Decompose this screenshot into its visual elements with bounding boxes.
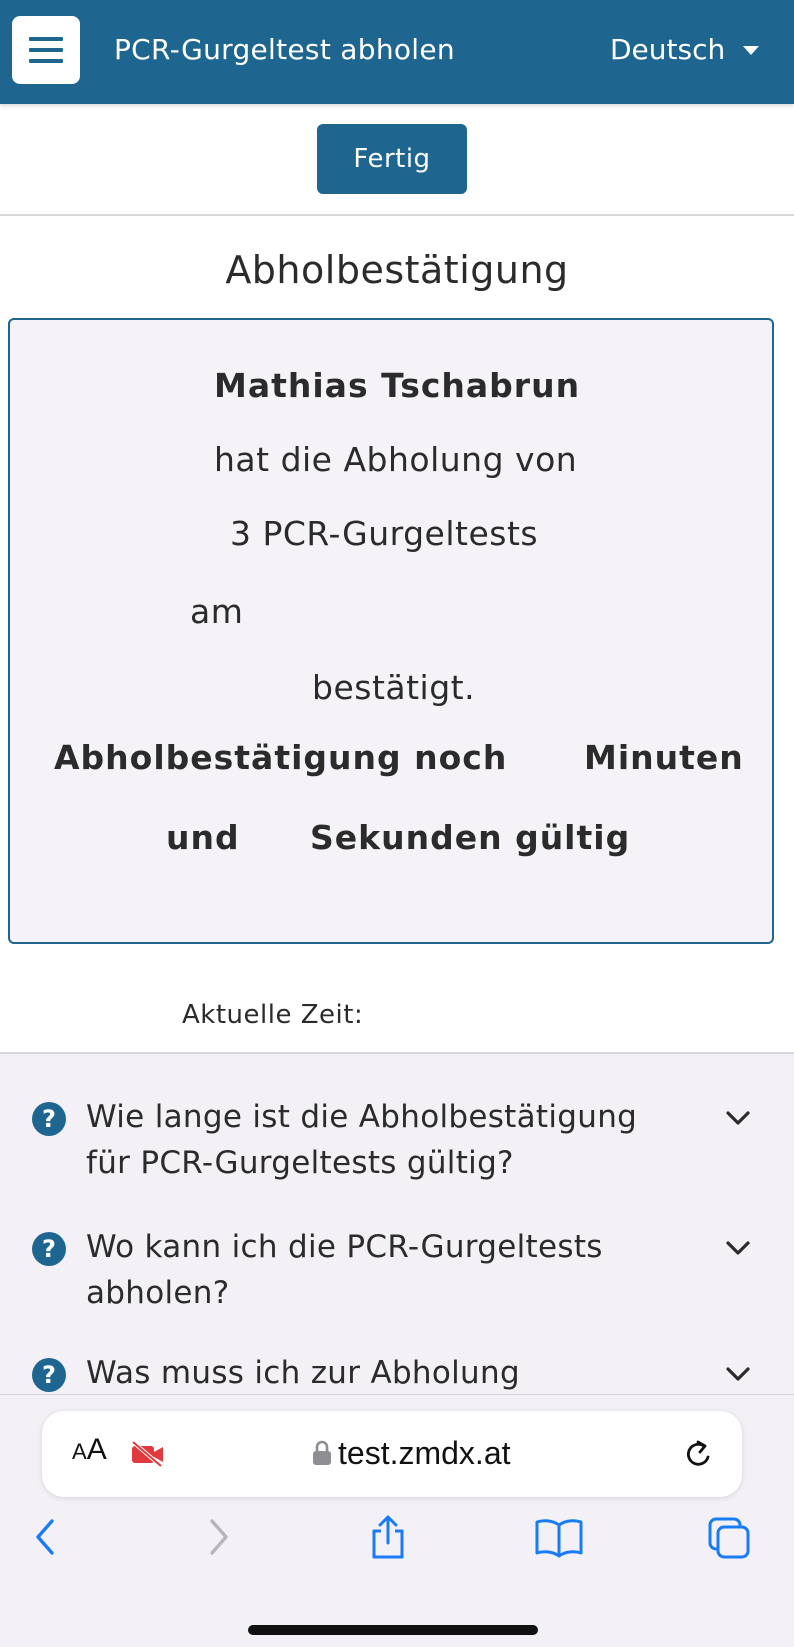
faq-question: Wie lange ist die Abholbestätigung für P…	[86, 1099, 638, 1181]
chevron-down-icon	[726, 1111, 750, 1125]
confirmation-pickup-text: hat die Abholung von	[214, 440, 578, 479]
camera-off-icon[interactable]	[130, 1441, 166, 1467]
browser-toolbar: AA test.zmdx.at	[0, 1394, 794, 1647]
confirmation-confirmed-text: bestätigt.	[312, 668, 476, 707]
menu-button[interactable]	[12, 16, 80, 84]
top-navbar: PCR-Gurgeltest abholen Deutsch	[0, 0, 794, 104]
nav-title: PCR-Gurgeltest abholen	[114, 33, 455, 66]
confirmation-date-label: am	[190, 592, 244, 631]
text-size-small: A	[72, 1439, 87, 1464]
url-text: test.zmdx.at	[338, 1435, 511, 1471]
validity-and: und	[166, 818, 240, 857]
validity-prefix: Abholbestätigung noch	[54, 738, 508, 777]
chevron-down-icon	[726, 1367, 750, 1381]
url-display[interactable]: test.zmdx.at	[312, 1431, 511, 1475]
confirmation-name: Mathias Tschabrun	[214, 366, 581, 405]
question-circle-icon: ?	[32, 1232, 66, 1266]
lock-icon	[313, 1440, 331, 1465]
address-bar[interactable]: AA test.zmdx.at	[42, 1411, 742, 1497]
question-circle-icon: ?	[32, 1358, 66, 1392]
action-bar: Fertig	[0, 104, 794, 216]
language-dropdown[interactable]: Deutsch	[610, 30, 760, 70]
current-time-label: Aktuelle Zeit:	[182, 1000, 364, 1030]
tabs-icon[interactable]	[706, 1515, 752, 1561]
language-label: Deutsch	[610, 33, 726, 66]
bookmarks-icon[interactable]	[534, 1515, 584, 1559]
question-circle-icon: ?	[32, 1102, 66, 1136]
chevron-down-icon	[726, 1241, 750, 1255]
text-size-button[interactable]: AA	[72, 1433, 107, 1467]
home-indicator	[248, 1625, 538, 1635]
confirmation-tests-count: 3 PCR-Gurgeltests	[230, 514, 539, 553]
forward-icon[interactable]	[200, 1515, 236, 1559]
confirmation-card: Mathias Tschabrun hat die Abholung von 3…	[8, 318, 774, 944]
faq-accordion: ? Wie lange ist die Abholbestätigung für…	[0, 1052, 794, 1396]
validity-minutes-label: Minuten	[584, 738, 744, 777]
reload-icon[interactable]	[682, 1437, 716, 1471]
done-button[interactable]: Fertig	[317, 124, 467, 194]
text-size-big: A	[86, 1433, 107, 1466]
caret-down-icon	[743, 45, 760, 55]
share-icon[interactable]	[368, 1515, 408, 1561]
back-icon[interactable]	[28, 1515, 64, 1559]
validity-seconds-label: Sekunden gültig	[310, 818, 631, 857]
page-title: Abholbestätigung	[225, 248, 569, 292]
hamburger-menu-icon	[29, 37, 63, 63]
faq-question: Wo kann ich die PCR-Gurgeltests abholen?	[86, 1229, 603, 1311]
faq-question: Was muss ich zur Abholung	[86, 1355, 520, 1391]
